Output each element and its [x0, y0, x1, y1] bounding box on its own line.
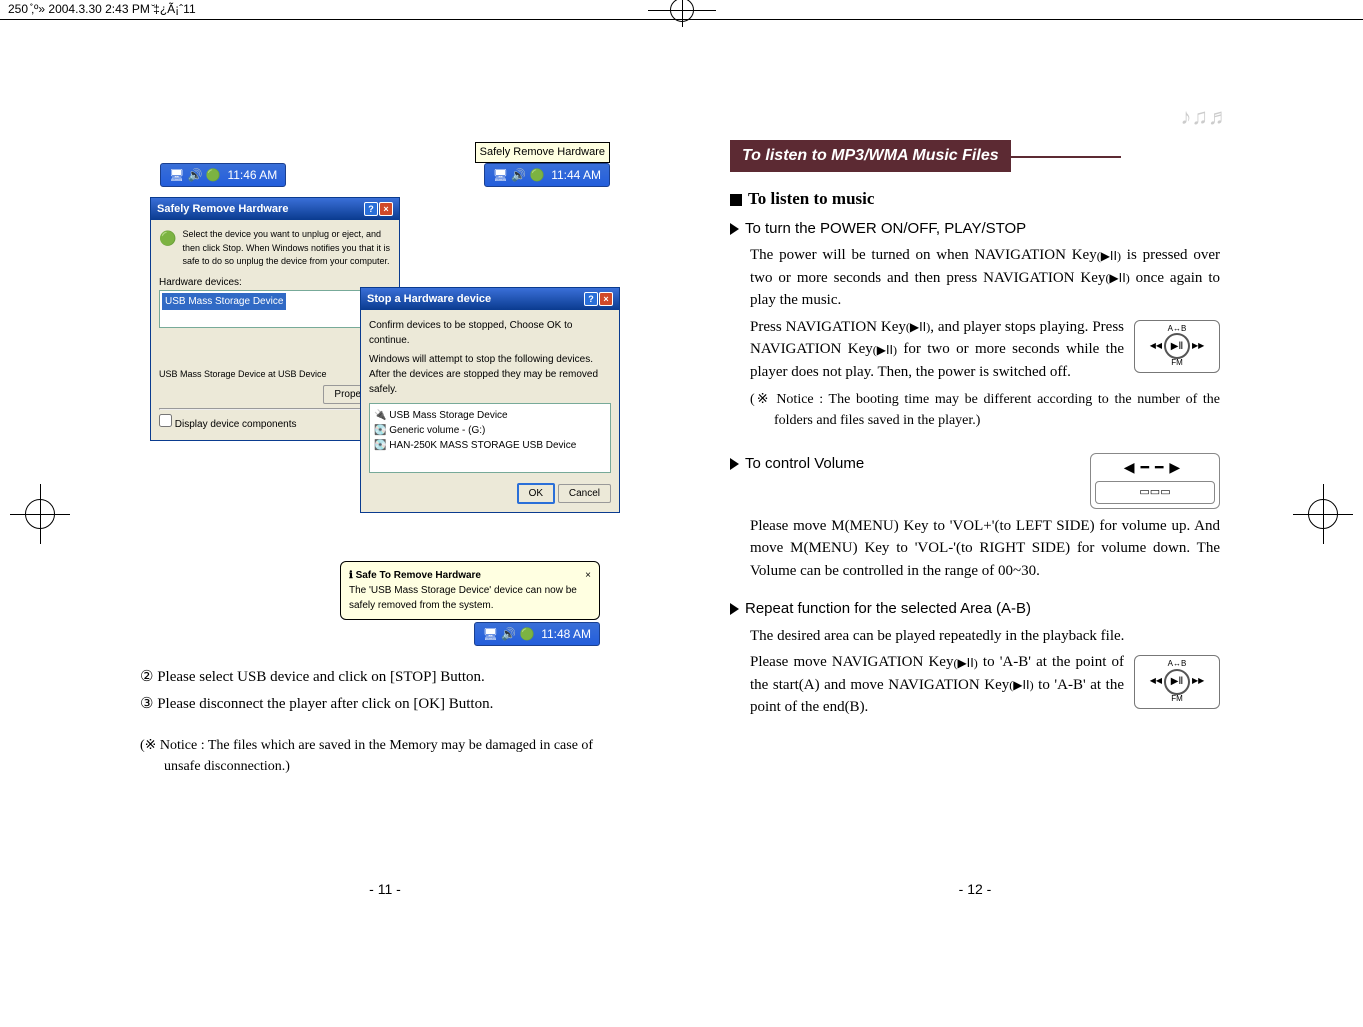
dialog-stop-device-titlebar: Stop a Hardware device ?×	[361, 288, 619, 311]
stop-device-line1: Confirm devices to be stopped, Choose OK…	[369, 318, 611, 348]
display-components-checkbox[interactable]	[159, 414, 172, 427]
nav-diagram-bottom-label: FM	[1137, 359, 1217, 368]
taskbar-time-3: 11:48 AM	[541, 627, 591, 641]
rewind-icon: ◀◀	[1150, 342, 1162, 351]
page-number-right: - 12 -	[959, 879, 992, 900]
help-button-icon-2[interactable]: ?	[584, 292, 598, 306]
crop-mark-header: 250 ̊‚º» 2004.3.30 2:43 PM ̆‡¿Ã¡ˆ11	[0, 0, 1363, 20]
boot-notice-text: (※ Notice : The booting time may be diff…	[750, 389, 1220, 431]
play-pause-icon: (▶ⅠⅠ)	[953, 654, 977, 672]
taskbar-time-2: 11:44 AM	[551, 168, 601, 182]
dialog-stop-device: Stop a Hardware device ?× Confirm device…	[360, 287, 620, 514]
crop-center-mark	[668, 0, 696, 24]
stop-device-item2: Generic volume - (G:)	[389, 425, 485, 436]
step-2-text: ② Please select USB device and click on …	[140, 666, 630, 689]
nav-center-button-icon: ▶Ⅱ	[1164, 669, 1190, 695]
forward-icon: ▶▶	[1192, 342, 1204, 351]
stop-device-line2: Windows will attempt to stop the followi…	[369, 352, 611, 397]
triangle-bullet-icon	[730, 603, 739, 615]
page-left: 🖥 🔊 🟢 11:46 AM Safely Remove Hardware 🖥 …	[90, 40, 680, 960]
subheading-repeat: Repeat function for the selected Area (A…	[730, 598, 1220, 621]
volume-key-diagram: ◀━━▶ ▭▭▭	[1090, 453, 1220, 509]
square-bullet-icon	[730, 194, 742, 206]
close-icon[interactable]: ×	[379, 202, 393, 216]
nav-diagram-bottom-label-2: FM	[1137, 695, 1217, 704]
volume-paragraph: Please move M(MENU) Key to 'VOL+'(to LEF…	[750, 515, 1220, 583]
taskbar-time-1: 11:46 AM	[227, 168, 277, 182]
balloon-close-icon[interactable]: ×	[585, 568, 591, 583]
device-status-text: USB Mass Storage Device at USB Device	[159, 368, 391, 382]
triangle-bullet-icon	[730, 458, 739, 470]
registration-mark-left	[10, 484, 70, 544]
close-icon-2[interactable]: ×	[599, 292, 613, 306]
registration-mark-right	[1293, 484, 1353, 544]
triangle-bullet-icon	[730, 223, 739, 235]
stop-device-list[interactable]: 🔌 USB Mass Storage Device 💽 Generic volu…	[369, 403, 611, 473]
taskbar-tray-3: 🖥 🔊 🟢 11:48 AM	[474, 622, 600, 646]
nav-diagram-top-label-2: A↔B	[1137, 660, 1217, 669]
heading-to-listen: To listen to music	[730, 186, 1220, 212]
help-button-icon[interactable]: ?	[364, 202, 378, 216]
stop-device-item3: HAN-250K MASS STORAGE USB Device	[389, 440, 576, 451]
ok-button[interactable]: OK	[517, 483, 555, 504]
page-number-left: - 11 -	[369, 879, 401, 900]
forward-icon: ▶▶	[1192, 677, 1204, 686]
music-notes-icon: ♪♫♬	[1181, 100, 1231, 133]
stop-device-item1: USB Mass Storage Device	[389, 410, 507, 421]
dialog-safely-remove-instructions: Select the device you want to unplug or …	[182, 228, 391, 269]
rewind-icon: ◀◀	[1150, 677, 1162, 686]
subheading-power: To turn the POWER ON/OFF, PLAY/STOP	[730, 218, 1220, 241]
left-notice-text: (※ Notice : The files which are saved in…	[140, 735, 630, 777]
play-pause-icon: (▶ⅠⅠ)	[1009, 676, 1033, 694]
play-pause-icon: (▶ⅠⅠ)	[873, 341, 897, 359]
repeat-intro: The desired area can be played repeatedl…	[750, 625, 1220, 648]
step-3-text: ③ Please disconnect the player after cli…	[140, 693, 630, 716]
usb-icon: 🟢	[159, 228, 176, 269]
taskbar-tray-1: 🖥 🔊 🟢 11:46 AM	[160, 163, 286, 187]
nav-center-button-icon: ▶Ⅱ	[1164, 333, 1190, 359]
nav-diagram-top-label: A↔B	[1137, 325, 1217, 334]
play-pause-icon: (▶ⅠⅠ)	[1097, 247, 1121, 265]
navigation-key-diagram-2: A↔B ◀◀ ▶Ⅱ ▶▶ FM	[1134, 655, 1220, 709]
display-components-label: Display device components	[175, 419, 297, 430]
power-paragraph: The power will be turned on when NAVIGAT…	[750, 244, 1220, 312]
balloon-safe-body: The 'USB Mass Storage Device' device can…	[349, 583, 591, 613]
crop-filename: 250 ̊‚º» 2004.3.30 2:43 PM ̆‡¿Ã¡ˆ11	[8, 2, 196, 16]
taskbar-tray-2: 🖥 🔊 🟢 11:44 AM	[484, 163, 610, 187]
balloon-safely-remove: Safely Remove Hardware	[475, 142, 610, 163]
cancel-button[interactable]: Cancel	[558, 484, 611, 503]
hardware-devices-label: Hardware devices:	[159, 275, 391, 290]
hardware-devices-list[interactable]: USB Mass Storage Device	[159, 290, 391, 328]
play-pause-icon: (▶ⅠⅠ)	[906, 318, 930, 336]
balloon-safe-title: Safe To Remove Hardware	[356, 570, 481, 581]
volume-arrows-icon: ◀━━▶	[1095, 458, 1215, 479]
repeat-paragraph-wrap: A↔B ◀◀ ▶Ⅱ ▶▶ FM Please move NAVIGATION K…	[750, 651, 1220, 719]
navigation-key-diagram: A↔B ◀◀ ▶Ⅱ ▶▶ FM	[1134, 320, 1220, 374]
power-paragraph-2-wrap: A↔B ◀◀ ▶Ⅱ ▶▶ FM Press NAVIGATION Key(▶ⅠⅠ…	[750, 316, 1220, 384]
page-right: ♪♫♬ To listen to MP3/WMA Music Files To …	[680, 40, 1270, 960]
play-pause-icon: (▶ⅠⅠ)	[1105, 269, 1129, 287]
dialog-stop-device-title: Stop a Hardware device	[367, 291, 491, 308]
dialog-safely-remove-title: Safely Remove Hardware	[157, 201, 288, 218]
balloon-safe-to-remove: ℹ Safe To Remove Hardware × The 'USB Mas…	[340, 561, 600, 620]
section-header-bar: To listen to MP3/WMA Music Files	[730, 140, 1011, 172]
hardware-device-item[interactable]: USB Mass Storage Device	[162, 293, 286, 310]
dialog-safely-remove-titlebar: Safely Remove Hardware ?×	[151, 198, 399, 221]
